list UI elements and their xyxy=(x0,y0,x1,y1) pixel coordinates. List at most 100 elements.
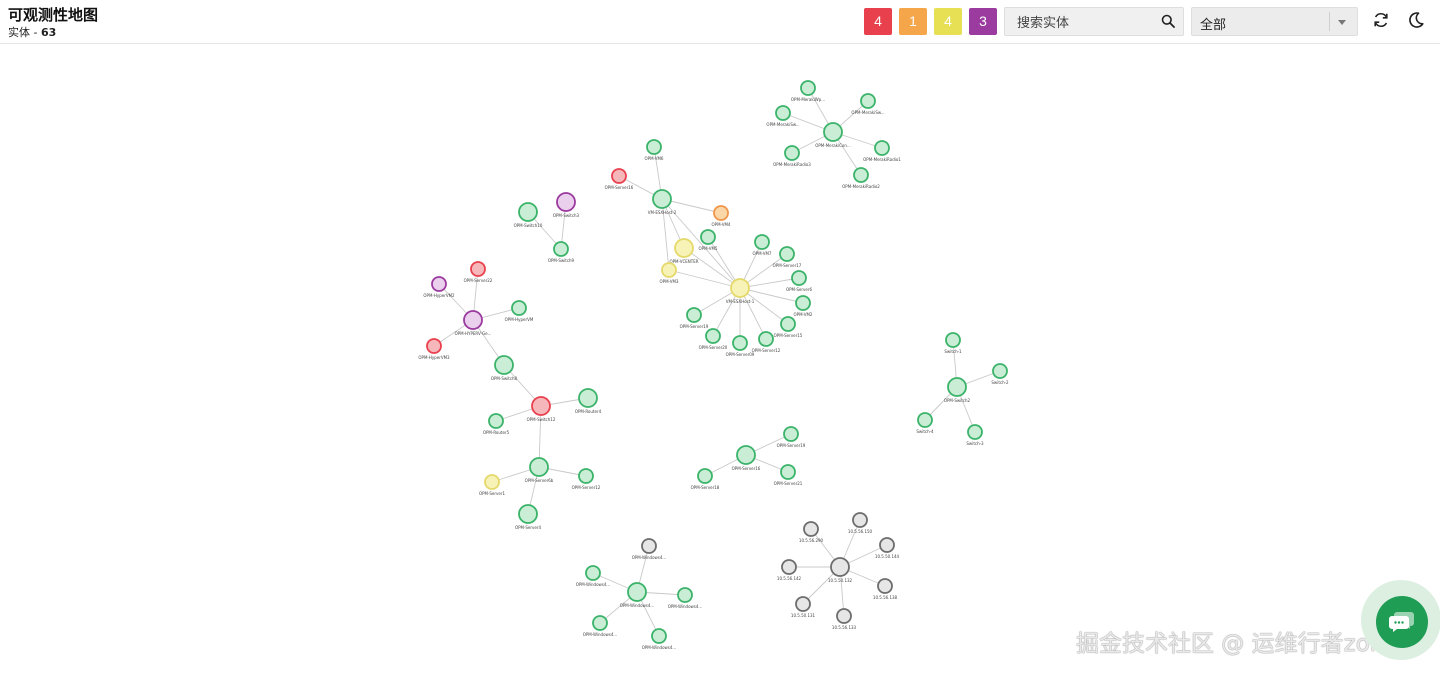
graph-node-circle[interactable] xyxy=(732,335,748,351)
graph-node[interactable]: OPM-Server09 xyxy=(726,335,755,357)
search-icon[interactable] xyxy=(1161,14,1175,28)
graph-node[interactable]: OPM-Router5 xyxy=(483,413,510,435)
graph-node[interactable]: OPM-VM3 xyxy=(660,262,679,284)
topology-graph[interactable]: OPM-MerakiWp... OPM-MerakiSw... OPM-Meraki… xyxy=(0,45,1440,674)
graph-node[interactable]: 10.5.50.131 xyxy=(791,596,816,618)
graph-node-circle[interactable] xyxy=(945,332,961,348)
graph-node-circle[interactable] xyxy=(697,468,713,484)
graph-node-circle[interactable] xyxy=(874,140,890,156)
graph-node[interactable]: OPM-HyperVM2 xyxy=(423,276,455,298)
graph-node-circle[interactable] xyxy=(779,246,795,262)
graph-node-circle[interactable] xyxy=(578,388,598,408)
graph-node[interactable]: OPM-Switch9 xyxy=(548,241,575,263)
graph-node-circle[interactable] xyxy=(646,139,662,155)
graph-node-circle[interactable] xyxy=(686,307,702,323)
graph-node-circle[interactable] xyxy=(992,363,1008,379)
graph-node-circle[interactable] xyxy=(651,628,667,644)
graph-node-circle[interactable] xyxy=(830,557,850,577)
graph-node[interactable]: OPM-HYPERV-Ge... xyxy=(455,310,492,336)
graph-node[interactable]: OPM-VM2 xyxy=(794,295,813,317)
graph-node-circle[interactable] xyxy=(494,355,514,375)
graph-node[interactable]: OPM-MerakiCon... xyxy=(815,122,851,148)
graph-node[interactable]: OPM-Server20 xyxy=(699,328,728,350)
graph-node-circle[interactable] xyxy=(791,270,807,286)
moon-icon[interactable] xyxy=(1406,10,1426,30)
critical-count-badge[interactable]: 4 xyxy=(864,8,892,35)
graph-node-circle[interactable] xyxy=(967,424,983,440)
graph-node-circle[interactable] xyxy=(463,310,483,330)
graph-node-circle[interactable] xyxy=(730,278,750,298)
graph-node-circle[interactable] xyxy=(677,587,693,603)
graph-node[interactable]: OPM-Switch8 xyxy=(491,355,518,381)
graph-node[interactable]: 10.5.56.142 xyxy=(777,559,802,581)
graph-node-circle[interactable] xyxy=(758,331,774,347)
graph-node[interactable]: OPM-Switch3 xyxy=(553,192,580,218)
graph-node[interactable]: Switch-2 xyxy=(991,363,1009,385)
graph-node[interactable]: OPM-Windows4... xyxy=(583,615,618,637)
graph-node-circle[interactable] xyxy=(754,234,770,250)
graph-node-circle[interactable] xyxy=(553,241,569,257)
graph-node-circle[interactable] xyxy=(836,608,852,624)
graph-node[interactable]: Switch-3 xyxy=(966,424,984,446)
graph-node[interactable]: OPM-MerakiWp... xyxy=(791,80,825,102)
graph-node[interactable]: OPM-Server19 xyxy=(680,307,709,329)
graph-node[interactable]: OPM-HyperVM3 xyxy=(418,338,450,360)
graph-node[interactable]: OPM-Server22 xyxy=(464,261,493,283)
service-down-count-badge[interactable]: 3 xyxy=(969,8,997,35)
graph-node-circle[interactable] xyxy=(879,537,895,553)
graph-node[interactable]: OPM-MerakiSw... xyxy=(851,93,885,115)
graph-node-circle[interactable] xyxy=(803,521,819,537)
graph-node[interactable]: VM-ESXHost-1 xyxy=(726,278,755,304)
graph-node-circle[interactable] xyxy=(736,445,756,465)
graph-node-circle[interactable] xyxy=(611,168,627,184)
graph-node-circle[interactable] xyxy=(705,328,721,344)
graph-node[interactable]: OPM-Server15 xyxy=(774,316,803,338)
graph-node[interactable]: OPM-HyperVM xyxy=(505,300,534,322)
graph-node[interactable]: 10.5.50.132 xyxy=(828,557,853,583)
graph-node-circle[interactable] xyxy=(592,615,608,631)
graph-node[interactable]: OPM-MerakiRadio3 xyxy=(773,145,811,167)
graph-node[interactable]: OPM-Server19 xyxy=(777,426,806,448)
graph-node[interactable]: OPM-Windows4... xyxy=(632,538,667,560)
attention-count-badge[interactable]: 4 xyxy=(934,8,962,35)
graph-node[interactable]: OPM-MerakiSw... xyxy=(766,105,800,127)
graph-node-circle[interactable] xyxy=(877,578,893,594)
graph-node[interactable]: 10.5.56.150 xyxy=(848,512,873,534)
graph-node[interactable]: OPM-Server1 xyxy=(479,474,506,496)
graph-node-circle[interactable] xyxy=(585,565,601,581)
graph-node[interactable]: OPM-VCENTER xyxy=(669,238,699,264)
graph-node[interactable]: OPM-Server16 xyxy=(605,168,634,190)
graph-node-circle[interactable] xyxy=(661,262,677,278)
graph-node-circle[interactable] xyxy=(470,261,486,277)
graph-node-circle[interactable] xyxy=(780,316,796,332)
graph-node-circle[interactable] xyxy=(852,512,868,528)
graph-node-circle[interactable] xyxy=(674,238,694,258)
graph-node-circle[interactable] xyxy=(780,464,796,480)
graph-node-circle[interactable] xyxy=(484,474,500,490)
graph-node-circle[interactable] xyxy=(700,229,716,245)
trouble-count-badge[interactable]: 1 xyxy=(899,8,927,35)
refresh-icon[interactable] xyxy=(1371,10,1391,30)
graph-node-circle[interactable] xyxy=(511,300,527,316)
graph-node[interactable]: OPM-Windows4... xyxy=(642,628,677,650)
chat-button[interactable] xyxy=(1376,596,1428,648)
graph-node[interactable]: OPM-Switch10 xyxy=(514,202,543,228)
graph-node[interactable]: OPM-VM6 xyxy=(645,139,664,161)
graph-node-circle[interactable] xyxy=(775,105,791,121)
graph-node[interactable]: OPM-Server17 xyxy=(773,246,802,268)
graph-node[interactable]: OPM-Server12 xyxy=(572,468,601,490)
graph-node[interactable]: OPM-VM7 xyxy=(753,234,772,256)
graph-node-circle[interactable] xyxy=(917,412,933,428)
graph-node-circle[interactable] xyxy=(800,80,816,96)
graph-node[interactable]: OPM-Windows4... xyxy=(668,587,703,609)
graph-node[interactable]: OPM-Server6 xyxy=(786,270,813,292)
graph-node-circle[interactable] xyxy=(529,457,549,477)
graph-node-circle[interactable] xyxy=(783,426,799,442)
graph-node-circle[interactable] xyxy=(426,338,442,354)
graph-node-circle[interactable] xyxy=(795,295,811,311)
graph-node-circle[interactable] xyxy=(578,468,594,484)
graph-node-circle[interactable] xyxy=(947,377,967,397)
graph-node[interactable]: OPM-VM5 xyxy=(699,229,718,251)
entity-filter-select[interactable]: 全部 xyxy=(1191,7,1358,36)
graph-node-circle[interactable] xyxy=(641,538,657,554)
